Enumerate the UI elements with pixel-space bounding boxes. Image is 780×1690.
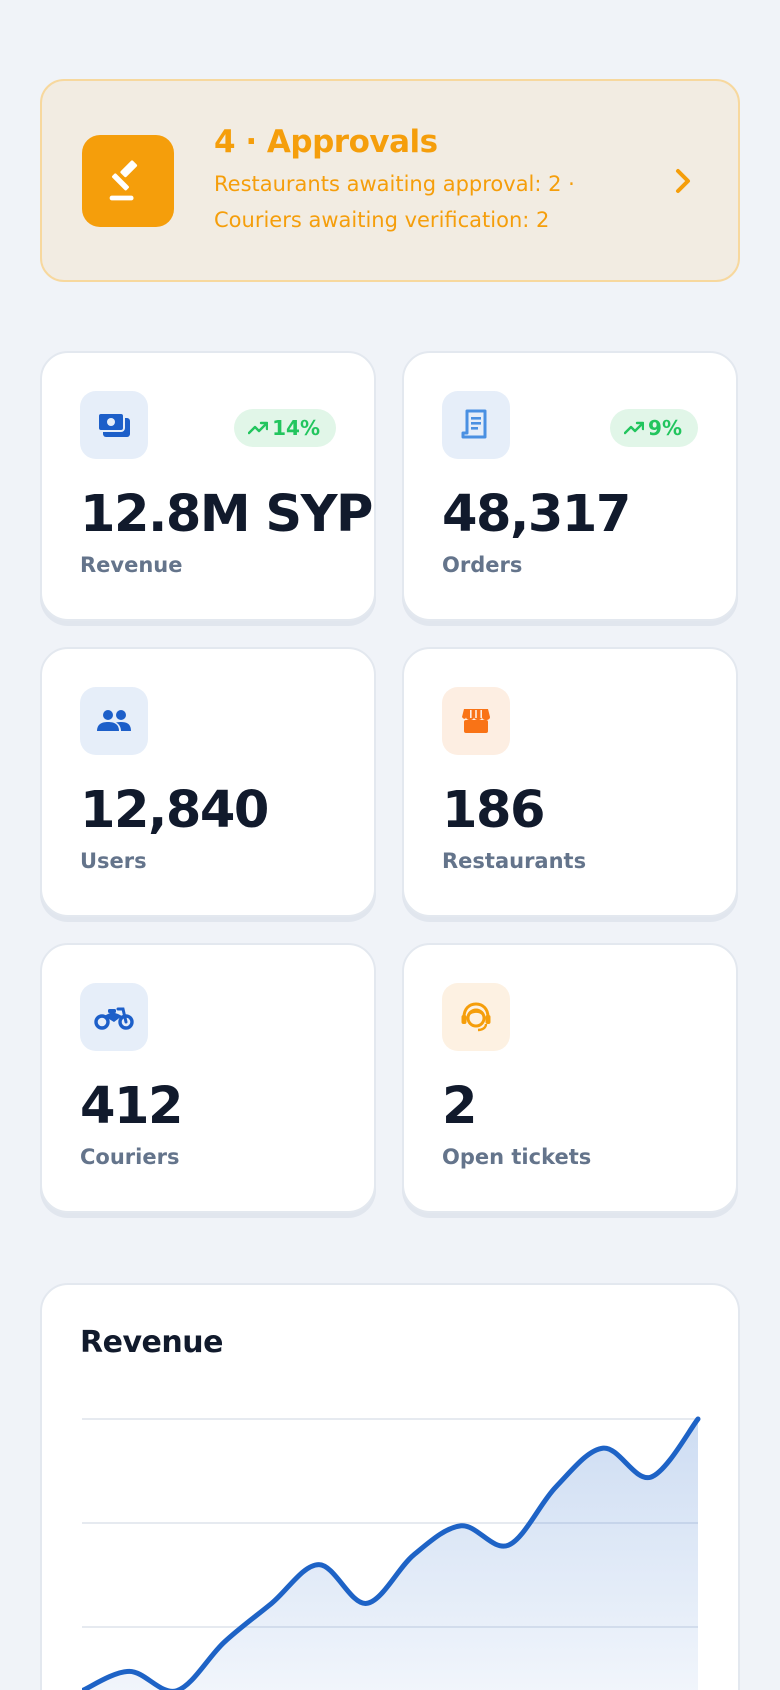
stat-value: 186: [442, 781, 545, 840]
stat-label: Orders: [442, 553, 523, 577]
payments-icon: [80, 391, 148, 459]
stat-card-open-tickets[interactable]: 2 Open tickets: [402, 943, 738, 1213]
trend-badge: 14%: [234, 409, 336, 447]
stat-card-couriers[interactable]: 412 Couriers: [40, 943, 376, 1213]
approvals-title: 4 · Approvals: [214, 123, 438, 160]
trend-badge: 9%: [610, 409, 698, 447]
stat-value: 12.8M SYP: [80, 485, 373, 544]
stat-label: Couriers: [80, 1145, 180, 1169]
stat-card-orders[interactable]: 9% 48,317 Orders: [402, 351, 738, 621]
stat-card-users[interactable]: 12,840 Users: [40, 647, 376, 917]
stat-value: 2: [442, 1077, 478, 1136]
stat-value: 12,840: [80, 781, 269, 840]
support-agent-icon: [442, 983, 510, 1051]
approvals-banner[interactable]: 4 · Approvals Restaurants awaiting appro…: [40, 79, 740, 282]
stat-label: Users: [80, 849, 147, 873]
stat-value: 48,317: [442, 485, 631, 544]
group-icon: [80, 687, 148, 755]
chevron-right-icon: [668, 168, 698, 194]
stat-label: Revenue: [80, 553, 183, 577]
receipt-icon: [442, 391, 510, 459]
approvals-couriers-line: Couriers awaiting verification: 2: [214, 207, 550, 232]
stat-value: 412: [80, 1077, 183, 1136]
approvals-details: Restaurants awaiting approval: 2 · Couri…: [214, 166, 668, 238]
stat-card-restaurants[interactable]: 186 Restaurants: [402, 647, 738, 917]
revenue-chart: [82, 1416, 701, 1690]
revenue-area: [83, 1419, 698, 1690]
trend-value: 14%: [272, 416, 320, 440]
trending-up-icon: [248, 421, 269, 435]
chart-title: Revenue: [80, 1325, 223, 1360]
stat-label: Restaurants: [442, 849, 587, 873]
stat-label: Open tickets: [442, 1145, 592, 1169]
storefront-icon: [442, 687, 510, 755]
trending-up-icon: [624, 421, 645, 435]
approvals-restaurants-line: Restaurants awaiting approval: 2 ·: [214, 171, 575, 196]
stat-card-revenue[interactable]: 14% 12.8M SYP Revenue: [40, 351, 376, 621]
gavel-icon: [82, 134, 174, 227]
revenue-chart-card: Revenue: [40, 1283, 740, 1690]
motorcycle-icon: [80, 983, 148, 1051]
trend-value: 9%: [648, 416, 682, 440]
